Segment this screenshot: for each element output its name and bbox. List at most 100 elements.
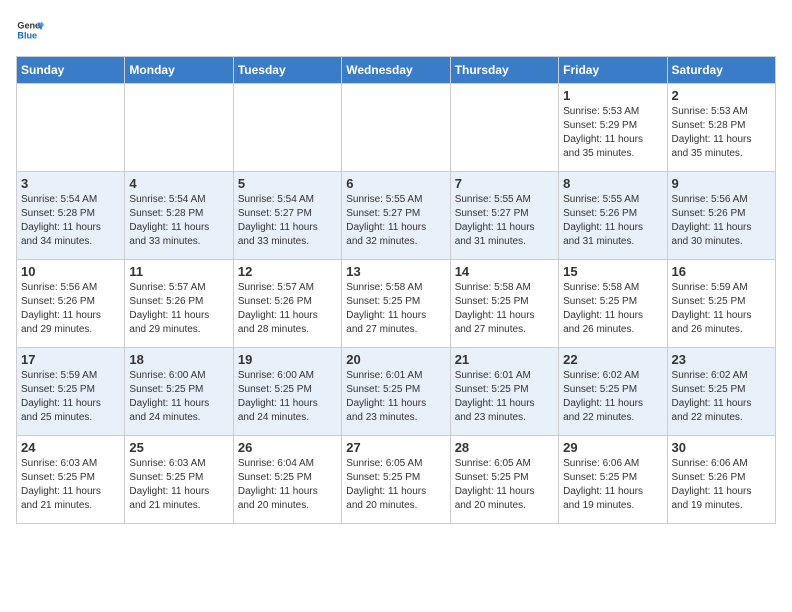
weekday-header: Sunday xyxy=(17,57,125,84)
calendar-cell: 9 Sunrise: 5:56 AM Sunset: 5:26 PM Daylig… xyxy=(667,172,775,260)
calendar-cell: 1 Sunrise: 5:53 AM Sunset: 5:29 PM Daylig… xyxy=(559,84,667,172)
day-number: 4 xyxy=(129,176,228,191)
calendar-cell: 20 Sunrise: 6:01 AM Sunset: 5:25 PM Dayli… xyxy=(342,348,450,436)
day-number: 11 xyxy=(129,264,228,279)
day-info: Sunrise: 5:53 AM Sunset: 5:29 PM Dayligh… xyxy=(563,105,662,161)
day-info: Sunrise: 5:54 AM Sunset: 5:28 PM Dayligh… xyxy=(21,193,120,249)
weekday-header: Wednesday xyxy=(342,57,450,84)
day-info: Sunrise: 6:06 AM Sunset: 5:26 PM Dayligh… xyxy=(672,457,771,513)
calendar-cell: 13 Sunrise: 5:58 AM Sunset: 5:25 PM Dayli… xyxy=(342,260,450,348)
day-number: 30 xyxy=(672,440,771,455)
calendar-week-row: 1 Sunrise: 5:53 AM Sunset: 5:29 PM Daylig… xyxy=(17,84,776,172)
day-number: 25 xyxy=(129,440,228,455)
weekday-header: Monday xyxy=(125,57,233,84)
day-info: Sunrise: 6:03 AM Sunset: 5:25 PM Dayligh… xyxy=(129,457,228,513)
day-info: Sunrise: 5:59 AM Sunset: 5:25 PM Dayligh… xyxy=(672,281,771,337)
day-number: 2 xyxy=(672,88,771,103)
calendar-week-row: 24Sunrise: 6:03 AM Sunset: 5:25 PM Dayli… xyxy=(17,436,776,524)
calendar-cell xyxy=(450,84,558,172)
calendar-cell: 26 Sunrise: 6:04 AM Sunset: 5:25 PM Dayli… xyxy=(233,436,341,524)
calendar-cell: 30 Sunrise: 6:06 AM Sunset: 5:26 PM Dayli… xyxy=(667,436,775,524)
calendar-cell: 18Sunrise: 6:00 AM Sunset: 5:25 PM Dayli… xyxy=(125,348,233,436)
day-number: 13 xyxy=(346,264,445,279)
calendar-cell: 12 Sunrise: 5:57 AM Sunset: 5:26 PM Dayli… xyxy=(233,260,341,348)
weekday-header: Saturday xyxy=(667,57,775,84)
day-number: 20 xyxy=(346,352,445,367)
day-info: Sunrise: 5:54 AM Sunset: 5:28 PM Dayligh… xyxy=(129,193,228,249)
calendar-cell: 17Sunrise: 5:59 AM Sunset: 5:25 PM Dayli… xyxy=(17,348,125,436)
page-header: General Blue xyxy=(16,16,776,44)
day-info: Sunrise: 6:02 AM Sunset: 5:25 PM Dayligh… xyxy=(672,369,771,425)
day-info: Sunrise: 6:00 AM Sunset: 5:25 PM Dayligh… xyxy=(129,369,228,425)
day-info: Sunrise: 6:03 AM Sunset: 5:25 PM Dayligh… xyxy=(21,457,120,513)
calendar-cell: 29Sunrise: 6:06 AM Sunset: 5:25 PM Dayli… xyxy=(559,436,667,524)
day-info: Sunrise: 5:57 AM Sunset: 5:26 PM Dayligh… xyxy=(238,281,337,337)
day-number: 15 xyxy=(563,264,662,279)
day-info: Sunrise: 6:01 AM Sunset: 5:25 PM Dayligh… xyxy=(346,369,445,425)
day-info: Sunrise: 5:58 AM Sunset: 5:25 PM Dayligh… xyxy=(455,281,554,337)
day-info: Sunrise: 5:58 AM Sunset: 5:25 PM Dayligh… xyxy=(563,281,662,337)
day-number: 22 xyxy=(563,352,662,367)
day-info: Sunrise: 5:56 AM Sunset: 5:26 PM Dayligh… xyxy=(672,193,771,249)
day-info: Sunrise: 5:55 AM Sunset: 5:27 PM Dayligh… xyxy=(455,193,554,249)
day-number: 26 xyxy=(238,440,337,455)
weekday-header: Friday xyxy=(559,57,667,84)
calendar-cell: 22 Sunrise: 6:02 AM Sunset: 5:25 PM Dayli… xyxy=(559,348,667,436)
calendar-cell: 10 Sunrise: 5:56 AM Sunset: 5:26 PM Dayli… xyxy=(17,260,125,348)
calendar-cell: 3 Sunrise: 5:54 AM Sunset: 5:28 PM Daylig… xyxy=(17,172,125,260)
calendar-cell: 15 Sunrise: 5:58 AM Sunset: 5:25 PM Dayli… xyxy=(559,260,667,348)
day-number: 1 xyxy=(563,88,662,103)
day-number: 27 xyxy=(346,440,445,455)
day-info: Sunrise: 5:57 AM Sunset: 5:26 PM Dayligh… xyxy=(129,281,228,337)
day-number: 8 xyxy=(563,176,662,191)
day-info: Sunrise: 6:02 AM Sunset: 5:25 PM Dayligh… xyxy=(563,369,662,425)
svg-text:Blue: Blue xyxy=(17,30,37,40)
day-info: Sunrise: 5:56 AM Sunset: 5:26 PM Dayligh… xyxy=(21,281,120,337)
calendar-cell: 5 Sunrise: 5:54 AM Sunset: 5:27 PM Daylig… xyxy=(233,172,341,260)
day-number: 9 xyxy=(672,176,771,191)
day-number: 6 xyxy=(346,176,445,191)
day-number: 19 xyxy=(238,352,337,367)
calendar-cell xyxy=(17,84,125,172)
calendar-cell xyxy=(233,84,341,172)
day-number: 7 xyxy=(455,176,554,191)
day-info: Sunrise: 5:59 AM Sunset: 5:25 PM Dayligh… xyxy=(21,369,120,425)
calendar-cell: 14 Sunrise: 5:58 AM Sunset: 5:25 PM Dayli… xyxy=(450,260,558,348)
calendar-cell: 11 Sunrise: 5:57 AM Sunset: 5:26 PM Dayli… xyxy=(125,260,233,348)
calendar-cell xyxy=(125,84,233,172)
day-info: Sunrise: 6:06 AM Sunset: 5:25 PM Dayligh… xyxy=(563,457,662,513)
day-info: Sunrise: 6:05 AM Sunset: 5:25 PM Dayligh… xyxy=(455,457,554,513)
day-number: 3 xyxy=(21,176,120,191)
day-number: 28 xyxy=(455,440,554,455)
day-number: 10 xyxy=(21,264,120,279)
day-number: 21 xyxy=(455,352,554,367)
calendar-cell: 27Sunrise: 6:05 AM Sunset: 5:25 PM Dayli… xyxy=(342,436,450,524)
calendar-cell: 2Sunrise: 5:53 AM Sunset: 5:28 PM Daylig… xyxy=(667,84,775,172)
calendar-cell: 21 Sunrise: 6:01 AM Sunset: 5:25 PM Dayli… xyxy=(450,348,558,436)
day-number: 5 xyxy=(238,176,337,191)
day-info: Sunrise: 6:01 AM Sunset: 5:25 PM Dayligh… xyxy=(455,369,554,425)
calendar-cell: 19 Sunrise: 6:00 AM Sunset: 5:25 PM Dayli… xyxy=(233,348,341,436)
day-info: Sunrise: 5:58 AM Sunset: 5:25 PM Dayligh… xyxy=(346,281,445,337)
calendar-body: 1 Sunrise: 5:53 AM Sunset: 5:29 PM Daylig… xyxy=(17,84,776,524)
calendar-cell: 28 Sunrise: 6:05 AM Sunset: 5:25 PM Dayli… xyxy=(450,436,558,524)
day-info: Sunrise: 5:55 AM Sunset: 5:26 PM Dayligh… xyxy=(563,193,662,249)
calendar-cell xyxy=(342,84,450,172)
day-info: Sunrise: 6:00 AM Sunset: 5:25 PM Dayligh… xyxy=(238,369,337,425)
calendar-cell: 24Sunrise: 6:03 AM Sunset: 5:25 PM Dayli… xyxy=(17,436,125,524)
day-number: 14 xyxy=(455,264,554,279)
calendar-cell: 6Sunrise: 5:55 AM Sunset: 5:27 PM Daylig… xyxy=(342,172,450,260)
logo: General Blue xyxy=(16,16,44,44)
calendar-week-row: 10 Sunrise: 5:56 AM Sunset: 5:26 PM Dayli… xyxy=(17,260,776,348)
calendar-cell: 25 Sunrise: 6:03 AM Sunset: 5:25 PM Dayli… xyxy=(125,436,233,524)
day-number: 12 xyxy=(238,264,337,279)
day-info: Sunrise: 6:04 AM Sunset: 5:25 PM Dayligh… xyxy=(238,457,337,513)
day-info: Sunrise: 5:54 AM Sunset: 5:27 PM Dayligh… xyxy=(238,193,337,249)
calendar-cell: 7 Sunrise: 5:55 AM Sunset: 5:27 PM Daylig… xyxy=(450,172,558,260)
calendar-cell: 4 Sunrise: 5:54 AM Sunset: 5:28 PM Daylig… xyxy=(125,172,233,260)
calendar-cell: 23 Sunrise: 6:02 AM Sunset: 5:25 PM Dayli… xyxy=(667,348,775,436)
logo-icon: General Blue xyxy=(16,16,44,44)
day-number: 23 xyxy=(672,352,771,367)
calendar-cell: 16Sunrise: 5:59 AM Sunset: 5:25 PM Dayli… xyxy=(667,260,775,348)
calendar-week-row: 17Sunrise: 5:59 AM Sunset: 5:25 PM Dayli… xyxy=(17,348,776,436)
